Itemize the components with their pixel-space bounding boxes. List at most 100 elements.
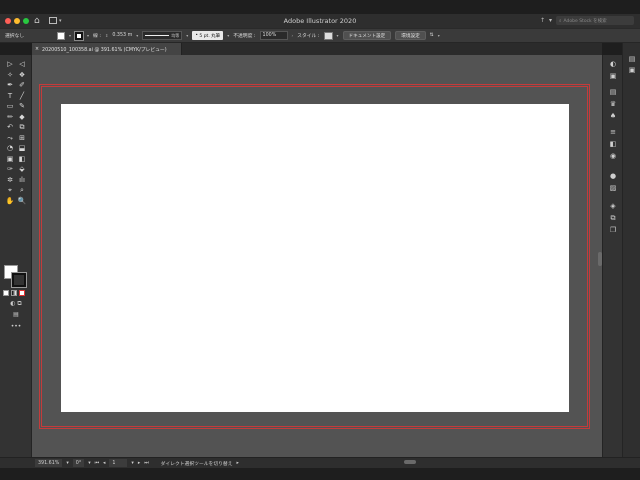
panel-icon[interactable]: ▤	[603, 88, 623, 96]
tool-button-icon[interactable]: ⤳	[4, 133, 16, 144]
stroke-box[interactable]	[11, 272, 27, 288]
status-bar-left-blank	[0, 457, 32, 468]
tool-button-icon[interactable]: T	[4, 91, 16, 102]
preferences-button[interactable]: 環境設定	[395, 31, 426, 40]
tool-button-icon[interactable]: ⌖	[4, 185, 16, 196]
gradient-button[interactable]	[11, 290, 17, 296]
none-button[interactable]	[19, 290, 25, 296]
draw-mode-icon[interactable]: ◐ ⧉	[3, 300, 29, 308]
chevron-down-icon[interactable]: ▾	[227, 33, 229, 38]
chevron-down-icon[interactable]: ▾	[66, 461, 68, 466]
panel-icon[interactable]: ◉	[603, 152, 623, 160]
tool-button-icon[interactable]: ╱	[16, 91, 28, 102]
panel-icon[interactable]: ♛	[603, 100, 623, 108]
fill-swatch[interactable]	[57, 31, 65, 40]
panel-icon[interactable]: ≡	[603, 128, 623, 136]
tool-button-icon[interactable]: ✎	[16, 101, 28, 112]
panel-icon[interactable]: ▨	[603, 184, 623, 192]
graphic-style-swatch[interactable]	[323, 31, 333, 40]
stroke-weight-value[interactable]: 0.353 m	[112, 33, 132, 38]
control-bar: 選択なし ▾ ▾ 線 : ⇕ 0.353 m ▾ 均等 ▾ • 5 pt. 丸筆…	[0, 28, 640, 43]
chevron-down-icon[interactable]: ▾	[136, 33, 138, 38]
zoom-field[interactable]: 391.61%	[35, 459, 63, 467]
tool-button-icon[interactable]: ✧	[4, 70, 16, 81]
line-style-dropdown[interactable]: 均等	[142, 31, 183, 40]
tool-button-icon[interactable]: ⬙	[16, 164, 28, 175]
arrange-icon[interactable]: ↑	[540, 17, 545, 24]
tool-button-icon[interactable]: ▣	[4, 154, 16, 165]
panel-icon[interactable]: ▣	[603, 72, 623, 80]
tool-button-icon[interactable]: ✑	[4, 164, 16, 175]
tool-button-icon[interactable]: ❖	[16, 70, 28, 81]
brush-dropdown[interactable]: • 5 pt. 丸筆	[192, 31, 224, 40]
artboard-number-field[interactable]: 1	[109, 459, 128, 467]
chevron-down-icon[interactable]: ▾	[549, 17, 552, 24]
chevron-down-icon[interactable]: ▾	[438, 33, 440, 38]
panel-icon[interactable]: ●	[603, 172, 623, 180]
tool-button-icon[interactable]: ılı	[16, 175, 28, 186]
tool-button-icon[interactable]: 🔍	[16, 196, 28, 207]
chevron-down-icon[interactable]: ▾	[69, 33, 71, 38]
tool-button-icon[interactable]: ✏	[4, 112, 16, 123]
horizontal-scrollbar-thumb[interactable]	[404, 460, 416, 464]
previous-artboard-icon[interactable]: ◂	[103, 461, 105, 466]
tool-button-icon[interactable]: ↶	[4, 122, 16, 133]
panel-icon[interactable]: ▤	[623, 55, 640, 63]
stepper-icon[interactable]: ⇕	[105, 33, 108, 38]
chevron-right-icon[interactable]: ▸	[237, 461, 239, 466]
next-artboard-icon[interactable]: ▸	[138, 461, 140, 466]
title-bar-right: ↑ ▾ ⌕ Adobe Stock を検索	[540, 16, 634, 25]
document-tab[interactable]: × 20200510_100358.ai @ 391.61% (CMYK/プレビ…	[32, 43, 182, 55]
tool-button-icon[interactable]: ✐	[16, 80, 28, 91]
align-icon[interactable]: ⇅	[430, 33, 434, 38]
artboard[interactable]	[61, 104, 569, 412]
panel-icon[interactable]: ▣	[623, 66, 640, 74]
brush-label: 5 pt. 丸筆	[199, 33, 221, 39]
chevron-down-icon[interactable]: ▾	[186, 33, 188, 38]
last-artboard-icon[interactable]: ⏭	[144, 460, 148, 466]
panel-icon[interactable]: ◈	[603, 202, 623, 210]
stock-search-field[interactable]: ⌕ Adobe Stock を検索	[556, 16, 634, 25]
tool-button-icon[interactable]: ▭	[4, 101, 16, 112]
tool-button-icon[interactable]: ◔	[4, 143, 16, 154]
tool-button-icon[interactable]: ⧉	[16, 122, 28, 133]
title-bar: ⌂ ▾ Adobe Illustrator 2020 ↑ ▾ ⌕ Adobe S…	[0, 14, 640, 28]
tool-button-icon[interactable]: ◁	[16, 59, 28, 70]
tool-button-icon[interactable]: ◧	[16, 154, 28, 165]
panel-icon[interactable]: ♠	[603, 112, 623, 120]
color-button[interactable]	[3, 290, 9, 296]
chevron-right-icon[interactable]: ›	[292, 33, 294, 38]
tool-button-icon[interactable]: ✲	[4, 175, 16, 186]
more-tools-icon[interactable]: •••	[3, 323, 29, 330]
stroke-swatch[interactable]	[74, 30, 85, 41]
document-tab-title: 20200510_100358.ai @ 391.61% (CMYK/プレビュー…	[42, 47, 167, 53]
tool-button-icon[interactable]: ⊞	[16, 133, 28, 144]
tool-button-icon[interactable]: ◆	[16, 112, 28, 123]
tool-button-icon[interactable]: ⬓	[16, 143, 28, 154]
screen-mode-icon[interactable]: ▤	[3, 311, 29, 318]
panel-icon[interactable]: ❐	[603, 226, 623, 234]
line-preview	[145, 35, 170, 36]
fill-stroke-widget[interactable]	[4, 265, 28, 289]
document-setup-button[interactable]: ドキュメント設定	[342, 31, 392, 40]
tool-button-icon[interactable]: ⌕	[16, 185, 28, 196]
status-bar: 391.61% ▾ 0° ▾ ⏮ ◂ 1 ▾ ▸ ⏭ ダイレクト選択ツールを切り…	[32, 457, 640, 468]
panel-icon[interactable]: ◐	[603, 60, 623, 68]
opacity-field[interactable]: 100%	[259, 31, 288, 40]
chevron-down-icon[interactable]: ▾	[337, 33, 339, 38]
chevron-down-icon[interactable]: ▾	[88, 461, 90, 466]
close-icon[interactable]: ×	[35, 47, 39, 52]
tool-button-icon[interactable]: ✒	[4, 80, 16, 91]
color-mode-buttons	[3, 290, 25, 296]
chevron-down-icon[interactable]: ▾	[131, 461, 133, 466]
first-artboard-icon[interactable]: ⏮	[95, 460, 99, 466]
tool-button-icon[interactable]: ✋	[4, 196, 16, 207]
tool-button-icon[interactable]: ▷	[4, 59, 16, 70]
chevron-down-icon[interactable]: ▾	[87, 33, 89, 38]
style-label: スタイル :	[297, 34, 320, 39]
tools-panel: ▷ ◁ ✧ ❖ ✒ ✐ T ╱ ▭ ✎ ✏ ◆ ↶ ⧉ ⤳ ⊞ ◔ ⬓ ▣ ◧ ✑ ⬙ ✲ ılı ⌖ ⌕ ✋ 🔍 ◐ ⧉ ▤ •••	[0, 55, 32, 457]
panel-icon[interactable]: ⧉	[603, 214, 623, 223]
panel-icon[interactable]: ◧	[603, 140, 623, 148]
rotation-field[interactable]: 0°	[72, 459, 85, 467]
search-icon: ⌕	[559, 18, 562, 24]
